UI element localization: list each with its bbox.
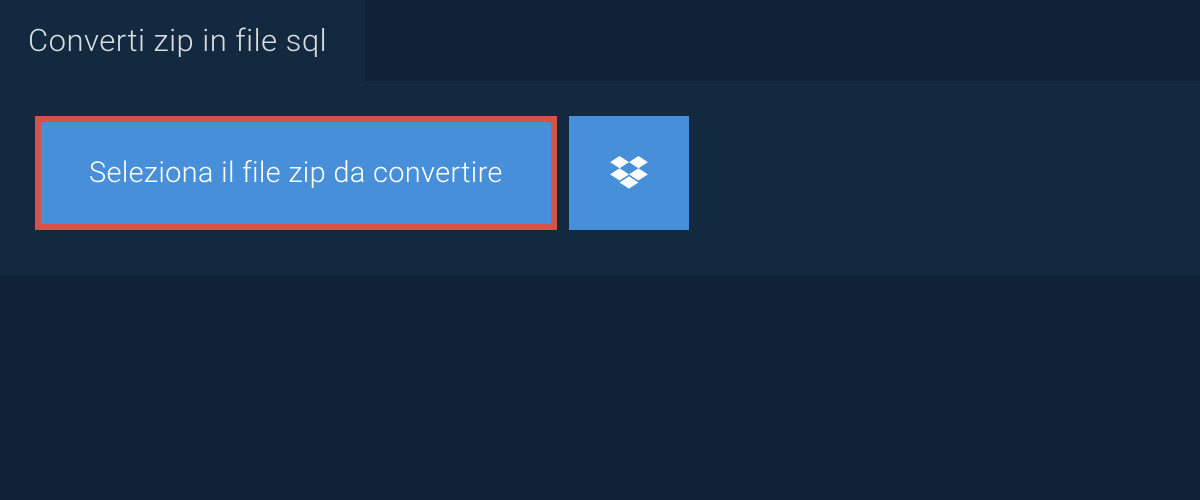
dropbox-button[interactable] xyxy=(569,116,689,230)
select-file-button[interactable]: Seleziona il file zip da convertire xyxy=(35,116,557,230)
tab-label: Converti zip in file sql xyxy=(28,22,327,59)
select-file-label: Seleziona il file zip da convertire xyxy=(89,156,503,190)
dropbox-icon xyxy=(610,156,648,190)
content-panel: Seleziona il file zip da convertire xyxy=(0,81,1200,275)
tab-convert[interactable]: Converti zip in file sql xyxy=(0,0,365,81)
button-row: Seleziona il file zip da convertire xyxy=(35,116,1165,230)
tab-header: Converti zip in file sql xyxy=(0,0,365,81)
